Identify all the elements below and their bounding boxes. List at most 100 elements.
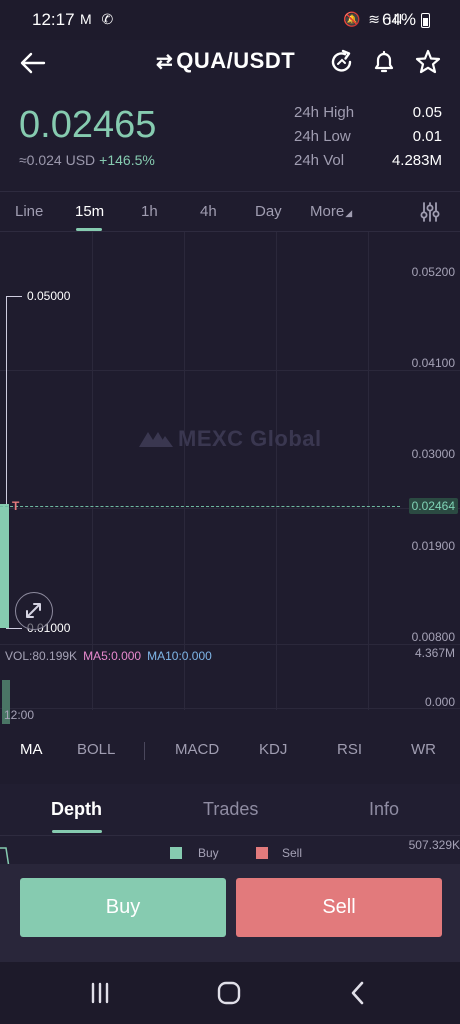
- battery-percent: 64%: [381, 10, 416, 29]
- chart-settings-icon[interactable]: [418, 200, 442, 224]
- battery-icon: [421, 13, 430, 28]
- depth-max-label: 507.329K: [408, 838, 460, 852]
- candle-body: [0, 504, 9, 628]
- fullscreen-button[interactable]: [15, 592, 53, 630]
- stat-high: 24h High 0.05: [294, 104, 442, 128]
- depth-active-underline: [52, 830, 102, 833]
- x-axis-time-label: 12:00: [4, 708, 35, 722]
- system-nav-bar: [0, 962, 460, 1024]
- grid-line: [92, 232, 93, 710]
- usd-price: ≈0.024 USD: [19, 152, 96, 168]
- pair-name: QUA/USDT: [176, 48, 296, 73]
- mexc-logo-icon: [139, 432, 173, 447]
- header: ⇄ QUA/USDT: [0, 40, 460, 90]
- price-change: +146.5%: [99, 152, 155, 168]
- action-bar: Buy Sell: [0, 864, 460, 962]
- indicator-separator: [144, 742, 145, 760]
- star-icon[interactable]: [414, 48, 442, 76]
- current-marker: T: [12, 499, 20, 513]
- volume-legend: VOL:80.199K MA5:0.000 MA10:0.000: [5, 649, 212, 663]
- status-bar: 12:17 M ✆ 🔕 ≋ ıll 64%: [0, 0, 460, 40]
- indicator-tabs: MA BOLL MACD KDJ RSI WR: [0, 732, 460, 768]
- stat-label: 24h Low: [294, 128, 351, 145]
- candle-wick: [6, 296, 7, 506]
- last-price: 0.02465: [19, 104, 157, 146]
- recent-apps-icon[interactable]: [85, 978, 115, 1008]
- tab-line[interactable]: Line: [15, 203, 43, 220]
- y-axis-label: 0.00800: [411, 630, 455, 644]
- buy-button[interactable]: Buy: [20, 878, 226, 937]
- high-pointer: [6, 296, 22, 297]
- grid-line: [276, 232, 277, 710]
- indicator-ma[interactable]: MA: [20, 741, 43, 758]
- stat-low: 24h Low 0.01: [294, 128, 442, 152]
- volume-min-label: 0.000: [424, 695, 455, 709]
- depth-section: Depth Trades Info Buy Sell 507.329K: [0, 784, 460, 874]
- tab-info[interactable]: Info: [369, 799, 399, 820]
- tab-day[interactable]: Day: [255, 203, 282, 220]
- watermark: MEXC Global: [138, 426, 322, 452]
- indicator-boll[interactable]: BOLL: [77, 741, 115, 758]
- y-axis-label: 0.05200: [411, 265, 455, 279]
- grid-line: [0, 644, 460, 645]
- sell-button[interactable]: Sell: [236, 878, 442, 937]
- buy-swatch: [170, 847, 182, 859]
- sell-swatch: [256, 847, 268, 859]
- depth-legend-sell: Sell: [256, 846, 302, 860]
- indicator-macd[interactable]: MACD: [175, 741, 219, 758]
- pair-title[interactable]: ⇄ QUA/USDT: [156, 48, 295, 74]
- stat-value: 0.05: [412, 104, 442, 121]
- back-arrow-icon[interactable]: [18, 48, 48, 78]
- tab-trades[interactable]: Trades: [203, 799, 258, 820]
- divider: [0, 835, 460, 836]
- stat-value: 0.01: [412, 128, 442, 145]
- depth-legend-buy: Buy: [170, 846, 219, 860]
- legend-sell-label: Sell: [282, 846, 303, 860]
- tab-15m[interactable]: 15m: [75, 203, 104, 220]
- refresh-icon[interactable]: [328, 48, 356, 76]
- current-price-tag: 0.02464: [408, 498, 458, 514]
- ma10-value: MA10:0.000: [147, 649, 212, 663]
- volume-max-label: 4.367M: [414, 646, 455, 660]
- grid-line: [0, 508, 460, 509]
- volume-value: VOL:80.199K: [5, 649, 78, 663]
- low-pointer: [6, 628, 22, 629]
- home-icon[interactable]: [214, 978, 244, 1008]
- grid-line: [0, 370, 460, 371]
- expand-icon: [26, 603, 41, 618]
- status-time: 12:17: [32, 10, 75, 29]
- price-summary: 0.02465 ≈0.024 USD +146.5% 24h High 0.05 …: [0, 100, 460, 190]
- volume-panel: VOL:80.199K MA5:0.000 MA10:0.000 4.367M 0.…: [0, 646, 460, 724]
- indicator-kdj[interactable]: KDJ: [259, 741, 287, 758]
- stat-value: 4.283M: [391, 152, 442, 169]
- stat-label: 24h Vol: [294, 152, 345, 169]
- chart-high-label: 0.05000: [27, 289, 71, 303]
- kline-chart[interactable]: 0.05200 0.04100 0.03000 0.01900 0.00800 …: [0, 232, 460, 732]
- timeframe-tabs: Line 15m 1h 4h Day More◢: [0, 192, 460, 232]
- y-axis-label: 0.04100: [411, 356, 455, 370]
- legend-buy-label: Buy: [198, 846, 219, 860]
- price-usd-line: ≈0.024 USD +146.5%: [19, 152, 155, 168]
- tab-more[interactable]: More◢: [310, 203, 352, 220]
- stat-volume: 24h Vol 4.283M: [294, 152, 442, 176]
- caret-down-icon: ◢: [345, 208, 353, 218]
- tab-4h[interactable]: 4h: [200, 203, 217, 220]
- tab-more-label: More: [310, 203, 345, 220]
- stat-label: 24h High: [294, 104, 355, 121]
- swap-arrows-icon: ⇄: [156, 51, 174, 73]
- bell-icon[interactable]: [370, 48, 398, 76]
- tab-1h[interactable]: 1h: [141, 203, 158, 220]
- tab-depth[interactable]: Depth: [51, 799, 102, 820]
- y-axis-label: 0.01900: [411, 539, 455, 553]
- grid-line: [368, 232, 369, 710]
- current-price-line: [0, 506, 400, 507]
- indicator-rsi[interactable]: RSI: [337, 741, 362, 758]
- y-axis-label: 0.03000: [411, 447, 455, 461]
- watermark-text: MEXC Global: [178, 426, 322, 451]
- stats-24h: 24h High 0.05 24h Low 0.01 24h Vol 4.283…: [294, 104, 442, 176]
- notification-icons: M ✆: [80, 11, 117, 27]
- grid-line: [184, 232, 185, 710]
- back-icon[interactable]: [343, 978, 373, 1008]
- ma5-value: MA5:0.000: [83, 649, 142, 663]
- indicator-wr[interactable]: WR: [411, 741, 436, 758]
